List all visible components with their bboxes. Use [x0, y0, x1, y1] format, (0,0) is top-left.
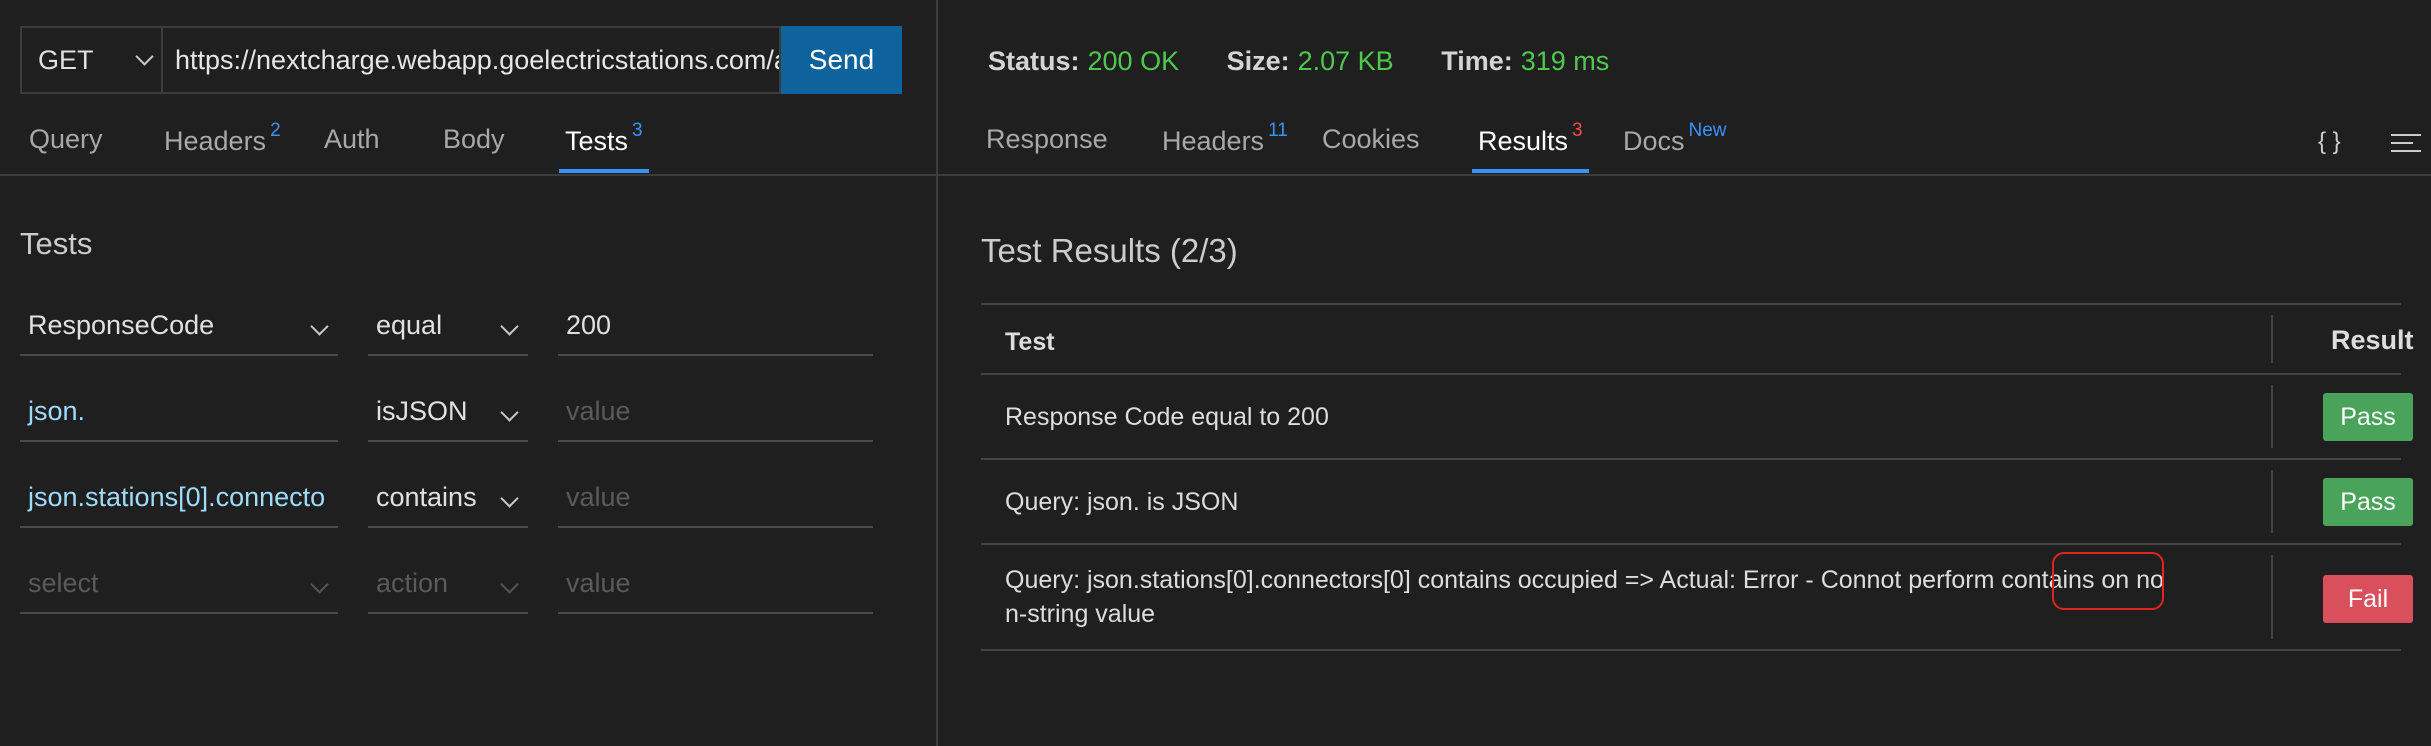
- tab-auth[interactable]: Auth: [324, 124, 380, 174]
- action-value: equal: [376, 310, 443, 340]
- time-value: 319 ms: [1520, 46, 1610, 76]
- tabs-divider: [0, 174, 936, 176]
- column-header-result: Result: [2331, 325, 2414, 355]
- test-field-select[interactable]: ResponseCode: [20, 310, 338, 356]
- test-name: Response Code equal to 200: [1005, 403, 1329, 431]
- status-badge: Fail: [2323, 575, 2413, 623]
- test-field-input[interactable]: json.stations[0].connecto: [20, 482, 338, 528]
- action-placeholder: action: [376, 568, 449, 598]
- tabs-divider: [938, 174, 2431, 176]
- tab-badge: 2: [270, 120, 281, 141]
- tab-body[interactable]: Body: [443, 124, 505, 174]
- status-value: 200 OK: [1087, 46, 1180, 76]
- chevron-down-icon: [310, 575, 329, 594]
- tab-label: Results: [1478, 126, 1569, 156]
- test-action-select[interactable]: action: [368, 568, 528, 614]
- action-value: contains: [376, 482, 477, 512]
- tests-title: Tests: [20, 226, 93, 261]
- column-divider: [2271, 555, 2273, 639]
- tab-label: Headers: [164, 126, 267, 156]
- send-button[interactable]: Send: [781, 26, 902, 94]
- table-row: Response Code equal to 200 Pass: [981, 373, 2413, 458]
- url-input[interactable]: https://nextcharge.webapp.goelectricstat…: [161, 26, 781, 94]
- status-label: Status:: [988, 46, 1080, 76]
- request-pane: GET https://nextcharge.webapp.goelectric…: [0, 0, 936, 746]
- tab-results[interactable]: Results 3: [1472, 120, 1589, 174]
- time-label: Time:: [1441, 46, 1513, 76]
- active-tab-indicator: [1472, 169, 1589, 173]
- tab-badge: 3: [632, 120, 643, 141]
- tab-label: Auth: [324, 124, 380, 154]
- action-value: isJSON: [376, 396, 468, 426]
- test-action-select[interactable]: equal: [368, 310, 528, 356]
- tab-tests[interactable]: Tests 3: [559, 120, 649, 174]
- field-value: ResponseCode: [28, 310, 215, 340]
- chevron-down-icon: [310, 317, 329, 336]
- method-select[interactable]: GET: [20, 26, 161, 94]
- column-divider: [2271, 315, 2273, 363]
- response-pane: Status: 200 OK Size: 2.07 KB Time: 319 ms R…: [938, 0, 2431, 746]
- tab-label: Cookies: [1322, 124, 1420, 154]
- tab-badge: 3: [1572, 120, 1583, 141]
- tab-cookies[interactable]: Cookies: [1322, 124, 1420, 174]
- tab-badge: 11: [1268, 120, 1288, 141]
- table-row: Query: json.stations[0].connectors[0] co…: [981, 543, 2413, 651]
- tab-label: Response: [986, 124, 1108, 154]
- error-highlight-annotation: [2052, 552, 2164, 610]
- test-value-input[interactable]: value: [558, 396, 873, 442]
- size-value: 2.07 KB: [1297, 46, 1394, 76]
- test-field-select[interactable]: select: [20, 568, 338, 614]
- column-divider: [2271, 470, 2273, 533]
- field-value: json.: [28, 396, 86, 426]
- test-field-input[interactable]: json.: [20, 396, 338, 442]
- field-placeholder: select: [28, 568, 99, 598]
- wrap-lines-icon[interactable]: [2391, 134, 2421, 154]
- status-badge: Pass: [2323, 478, 2413, 526]
- column-divider: [2271, 385, 2273, 448]
- status-badge: Pass: [2323, 393, 2413, 441]
- braces-icon[interactable]: { }: [2318, 128, 2341, 156]
- column-header-test: Test: [1005, 328, 1055, 356]
- tab-label: Tests: [565, 126, 629, 156]
- test-value-input[interactable]: 200: [558, 310, 873, 356]
- test-value-input[interactable]: value: [558, 568, 873, 614]
- test-value-input[interactable]: value: [558, 482, 873, 528]
- chevron-down-icon: [500, 489, 519, 508]
- chevron-down-icon: [500, 317, 519, 336]
- tab-label: Query: [29, 124, 103, 154]
- test-action-select[interactable]: contains: [368, 482, 528, 528]
- method-value: GET: [38, 44, 94, 75]
- size-label: Size:: [1226, 46, 1290, 76]
- tab-response-headers[interactable]: Headers 11: [1162, 120, 1288, 174]
- status-bar: Status: 200 OK Size: 2.07 KB Time: 319 ms: [988, 46, 1649, 77]
- results-table: Test Result Response Code equal to 200 P…: [981, 303, 2414, 651]
- tab-headers[interactable]: Headers 2: [164, 120, 281, 174]
- tab-label: Docs: [1623, 126, 1685, 156]
- tab-label: Headers: [1162, 126, 1265, 156]
- tab-response[interactable]: Response: [986, 124, 1108, 174]
- results-title: Test Results (2/3): [981, 232, 1238, 269]
- table-header: Test Result: [981, 303, 2414, 373]
- chevron-down-icon: [500, 575, 519, 594]
- tab-docs[interactable]: Docs New: [1623, 120, 1727, 174]
- active-tab-indicator: [559, 169, 649, 173]
- tab-badge: New: [1688, 120, 1727, 141]
- test-name: Query: json. is JSON: [1005, 488, 1239, 516]
- test-action-select[interactable]: isJSON: [368, 396, 528, 442]
- chevron-down-icon: [500, 403, 519, 422]
- tab-label: Body: [443, 124, 505, 154]
- chevron-down-icon: [135, 47, 154, 66]
- field-value: json.stations[0].connecto: [28, 482, 326, 512]
- table-row: Query: json. is JSON Pass: [981, 458, 2413, 543]
- tab-query[interactable]: Query: [29, 124, 103, 174]
